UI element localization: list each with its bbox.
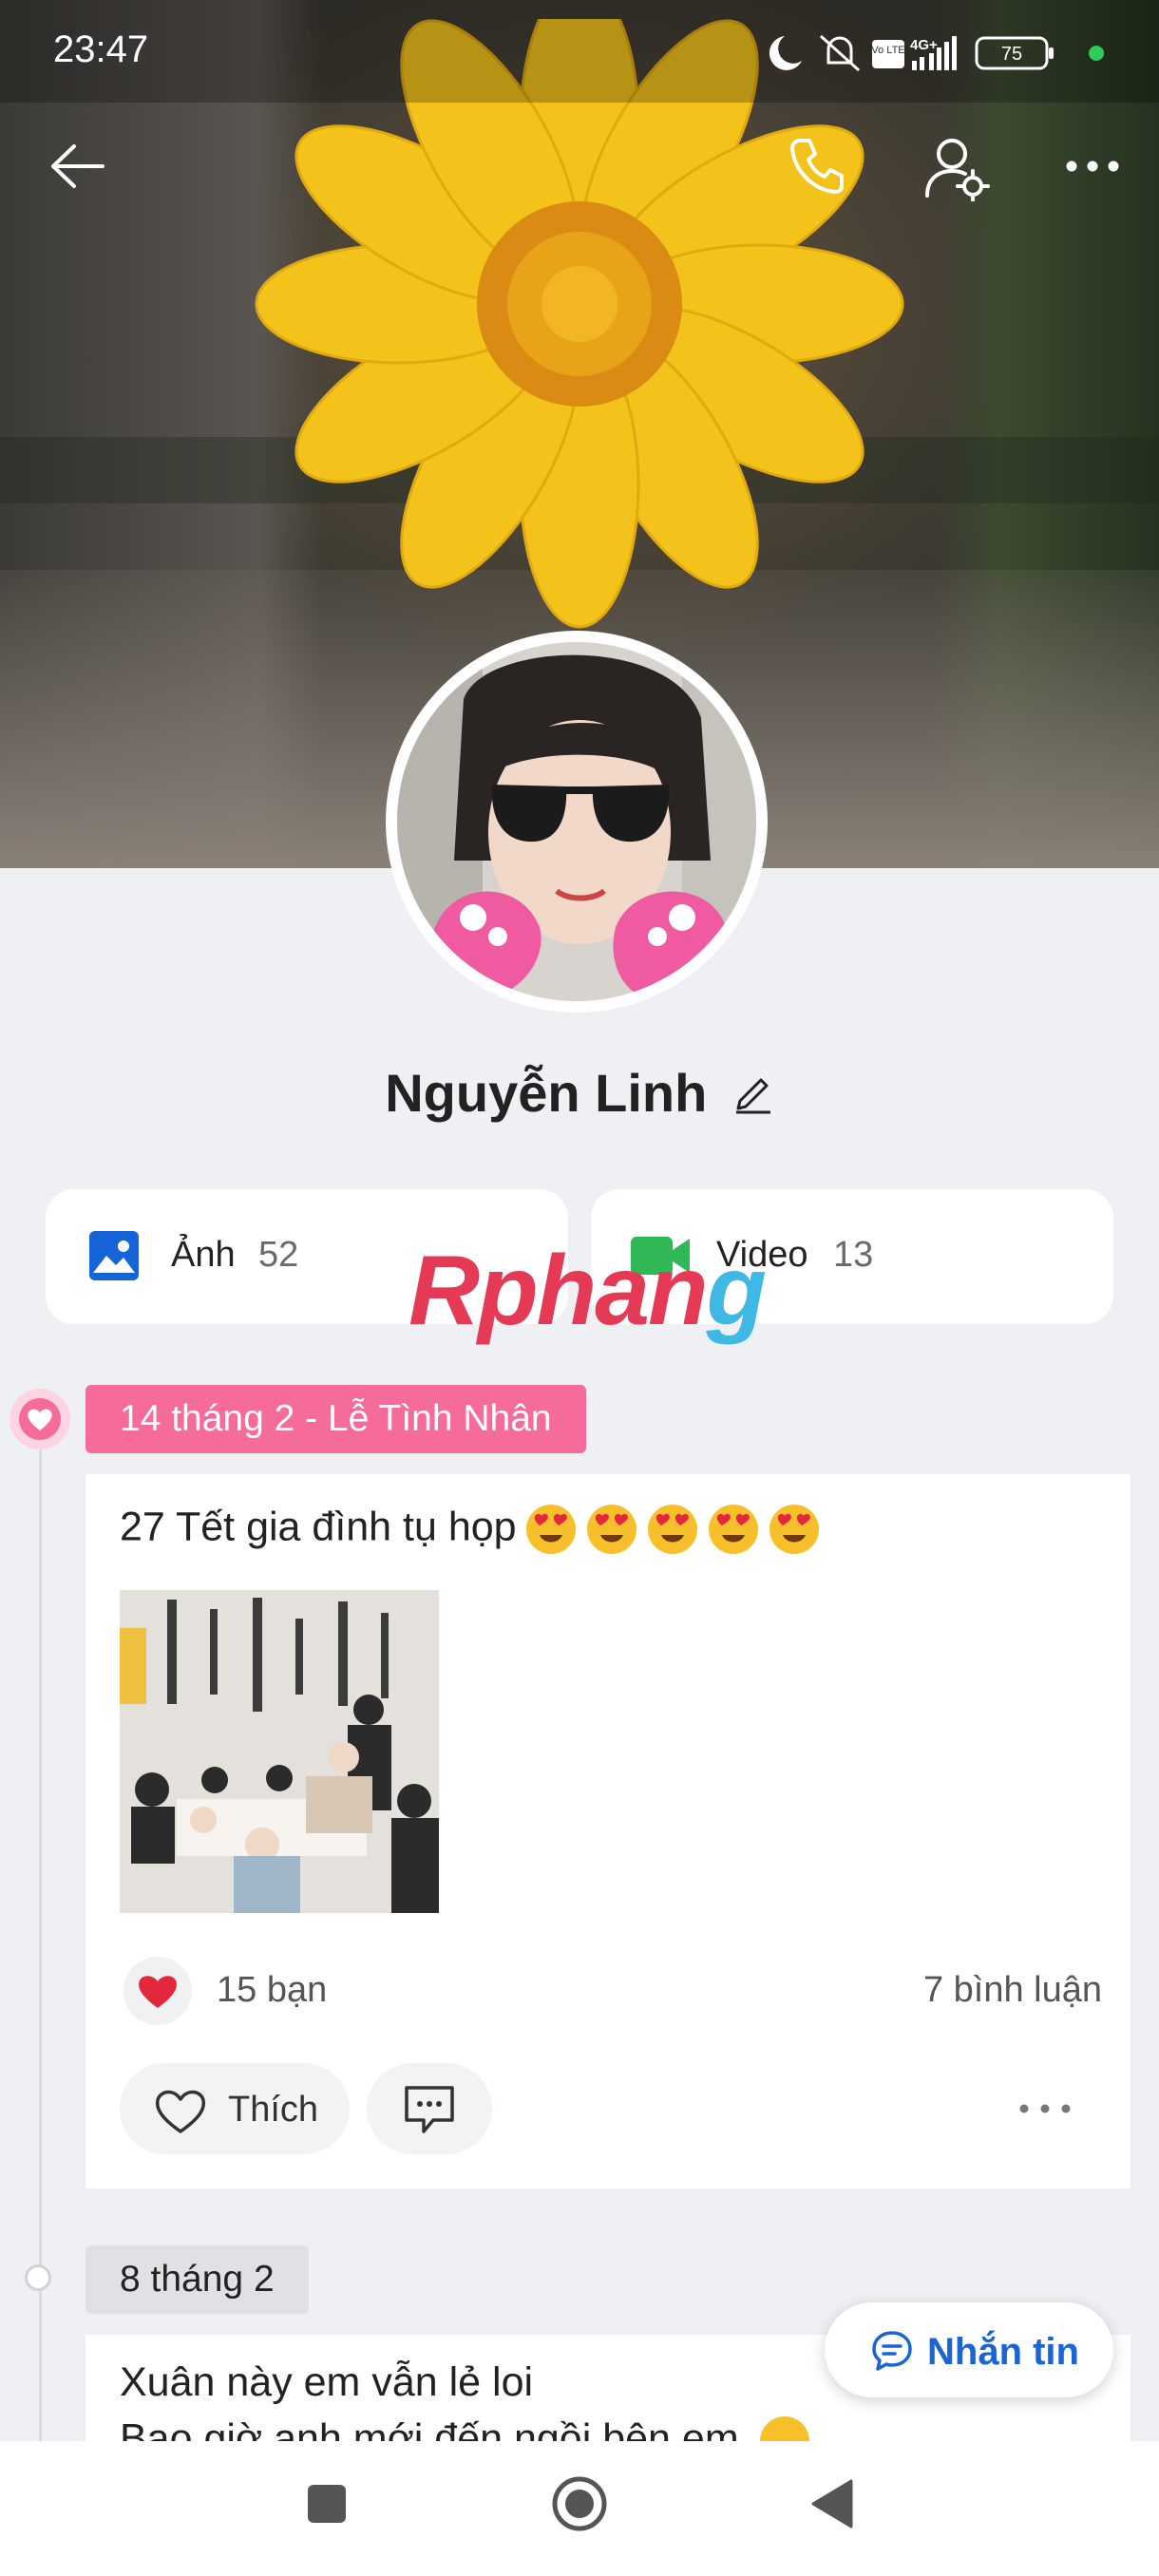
- post-text: 27 Tết gia đình tụ họp: [120, 1503, 821, 1556]
- date-tag: 8 tháng 2: [86, 2245, 309, 2314]
- status-icons: Vo LTE 4G+ 75: [769, 34, 1104, 72]
- more-options-icon[interactable]: [1064, 152, 1121, 180]
- post-more-icon[interactable]: [1016, 2099, 1074, 2118]
- chat-icon: [872, 2331, 912, 2371]
- heart-eyes-emoji: [647, 1505, 697, 1554]
- heart-icon: [28, 1409, 52, 1430]
- videos-count: 13: [833, 1235, 874, 1275]
- status-bar: 23:47 Vo LTE 4G+ 75: [0, 0, 1159, 103]
- heart-eyes-emoji: [586, 1505, 636, 1554]
- home-icon[interactable]: [551, 2475, 608, 2532]
- like-button[interactable]: Thích: [120, 2063, 350, 2154]
- avatar[interactable]: [386, 631, 768, 1013]
- likes-count[interactable]: 15 bạn: [217, 1970, 327, 2011]
- avatar-photo: [397, 642, 756, 1001]
- post-card[interactable]: 27 Tết gia đình tụ họp 15 bạn 7 bình luậ…: [86, 1474, 1130, 2188]
- post-photo[interactable]: [120, 1590, 439, 1913]
- moon-icon: [769, 36, 802, 70]
- flower-image: [255, 19, 904, 629]
- reaction-badge[interactable]: [124, 1957, 192, 2025]
- profile-name: Nguyễn Linh: [385, 1063, 708, 1123]
- back-arrow-icon[interactable]: [49, 142, 106, 190]
- system-nav-bar: [0, 2441, 1159, 2576]
- recent-apps-icon[interactable]: [306, 2483, 348, 2525]
- svg-text:75: 75: [1001, 44, 1022, 65]
- photo-icon: [89, 1231, 139, 1280]
- profile-name-row: Nguyễn Linh: [0, 1062, 1159, 1138]
- comment-button[interactable]: [367, 2063, 492, 2154]
- post-text-line: Xuân này em vẫn lẻ loi: [120, 2359, 534, 2405]
- comments-count[interactable]: 7 bình luận: [902, 1970, 1102, 2011]
- occasion-tag: 14 tháng 2 - Lễ Tình Nhân: [86, 1385, 586, 1453]
- heart-eyes-emoji: [708, 1505, 758, 1554]
- timeline-date-dot: [25, 2264, 51, 2291]
- heart-eyes-emoji: [769, 1505, 819, 1554]
- photos-count: 52: [258, 1235, 299, 1275]
- watermark-logo: Rphang: [408, 1236, 767, 1346]
- nav-back-triangle-icon[interactable]: [809, 2479, 853, 2529]
- silent-icon: [819, 34, 861, 72]
- red-heart-icon: [139, 1976, 177, 2008]
- photos-label: Ảnh: [171, 1235, 236, 1275]
- timeline-line: [39, 1425, 42, 2489]
- phone-call-icon[interactable]: [787, 135, 847, 196]
- status-time: 23:47: [53, 28, 149, 70]
- heart-eyes-emoji: [525, 1505, 576, 1554]
- message-label: Nhắn tin: [927, 2331, 1079, 2373]
- comment-bubble-icon: [405, 2086, 454, 2133]
- edit-pencil-icon[interactable]: [732, 1072, 774, 1114]
- like-label: Thích: [228, 2090, 319, 2130]
- heart-eyes-emoji-row: [517, 1504, 821, 1554]
- active-dot: [1089, 46, 1104, 61]
- heart-outline-icon: [155, 2090, 206, 2133]
- svg-text:Vo LTE: Vo LTE: [871, 45, 904, 56]
- profile-settings-icon[interactable]: [923, 135, 990, 201]
- message-button[interactable]: Nhắn tin: [825, 2302, 1113, 2397]
- svg-text:4G+: 4G+: [910, 37, 938, 53]
- timeline-heart-dot: [10, 1389, 70, 1449]
